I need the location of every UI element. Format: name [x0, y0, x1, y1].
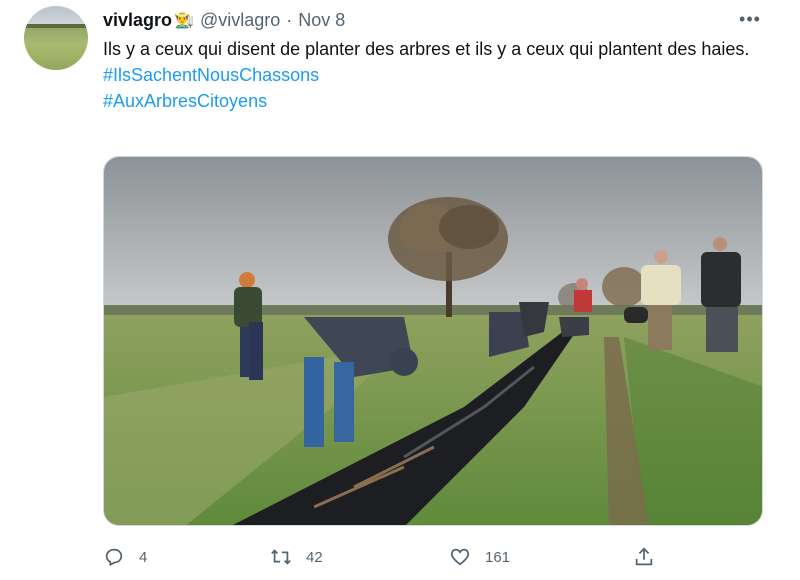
reply-button[interactable]: 4: [103, 546, 147, 568]
more-icon[interactable]: •••: [735, 6, 765, 32]
header-separator: ·: [286, 9, 293, 30]
tweet-photo[interactable]: [103, 156, 763, 526]
author-name[interactable]: vivlagro: [103, 10, 172, 31]
tweet-header: vivlagro 👨‍🌾 @vivlagro · Nov 8: [103, 8, 345, 32]
tweet-date[interactable]: Nov 8: [298, 10, 345, 31]
tweet-actions: 4 42 161: [103, 542, 663, 572]
tweet-text: Ils y a ceux qui disent de planter des a…: [103, 39, 750, 59]
tweet-photo-illustration: [104, 157, 762, 525]
hashtag-link-1[interactable]: #IlsSachentNousChassons: [103, 62, 768, 88]
like-button[interactable]: 161: [449, 546, 510, 568]
tweet-text-block: Ils y a ceux qui disent de planter des a…: [103, 36, 768, 114]
reply-icon: [105, 548, 123, 566]
like-count: 161: [485, 548, 511, 566]
retweet-button[interactable]: 42: [270, 546, 323, 568]
author-handle[interactable]: @vivlagro: [200, 10, 280, 31]
share-button[interactable]: [633, 546, 655, 568]
avatar[interactable]: [24, 6, 88, 70]
avatar-treeline: [24, 24, 88, 28]
hashtag-link-2[interactable]: #AuxArbresCitoyens: [103, 88, 768, 114]
retweet-count: 42: [306, 548, 323, 566]
reply-count: 4: [139, 548, 148, 566]
author-emoji: 👨‍🌾: [174, 12, 194, 29]
retweet-icon: [271, 549, 291, 565]
share-icon: [635, 547, 653, 566]
heart-icon: [450, 548, 470, 566]
